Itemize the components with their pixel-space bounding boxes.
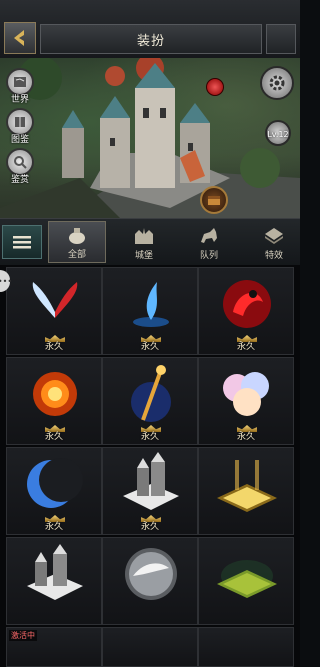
- tab-effects[interactable]: 特效: [245, 221, 303, 263]
- category-tab-bar: 全部 城堡 队列 特效: [0, 218, 300, 266]
- tab-label-all: 全部: [67, 250, 86, 260]
- top-bar: 装扮: [0, 0, 300, 59]
- item-duration: 永久: [44, 522, 63, 532]
- tab-castle[interactable]: 城堡: [115, 221, 173, 263]
- item-card[interactable]: 永久: [198, 267, 294, 355]
- item-card[interactable]: [102, 627, 198, 667]
- item-card[interactable]: 永久: [198, 357, 294, 445]
- item-duration: 永久: [44, 342, 63, 352]
- cavalry-icon: [201, 228, 217, 243]
- item-card[interactable]: 永久: [102, 447, 198, 535]
- back-arrow-icon: [14, 30, 24, 46]
- level-text: Lv.12: [267, 130, 289, 139]
- item-card[interactable]: [6, 537, 102, 625]
- item-card[interactable]: 激活中: [6, 627, 102, 667]
- golden-platform-icon: [217, 460, 277, 512]
- tab-label-queue: 队列: [199, 251, 218, 261]
- level-badge[interactable]: Lv.12: [262, 120, 294, 148]
- title-ornament: [266, 24, 296, 54]
- tab-all[interactable]: 全部: [48, 221, 106, 263]
- item-card[interactable]: [198, 537, 294, 625]
- effect-icon: [265, 228, 283, 244]
- chest-icon: [208, 196, 220, 205]
- item-duration: 永久: [236, 432, 255, 442]
- green-platform-icon: [217, 560, 277, 598]
- pastel-cloud-icon: [223, 372, 269, 416]
- item-duration: 永久: [140, 342, 159, 352]
- tab-label-effects: 特效: [264, 251, 283, 261]
- shop-button[interactable]: [200, 186, 228, 214]
- item-duration: 永久: [140, 522, 159, 532]
- blue-spirit-icon: [133, 282, 169, 327]
- side-label-appraise: 鉴赏: [10, 175, 29, 185]
- item-grid: 永久 永久 永久 永久 永久 永久 永久 永久 激活中: [0, 265, 300, 667]
- item-card[interactable]: [102, 537, 198, 625]
- item-card[interactable]: 永久: [6, 357, 102, 445]
- tab-queue[interactable]: 队列: [180, 221, 238, 263]
- item-card[interactable]: 永久: [6, 447, 102, 535]
- crescent-moon-icon: [27, 458, 83, 508]
- snow-castle-icon: [27, 544, 83, 600]
- gear-button[interactable]: [260, 66, 294, 100]
- item-card[interactable]: [198, 627, 294, 667]
- side-label-codex: 图鉴: [10, 135, 29, 145]
- side-button-world[interactable]: 世界: [4, 68, 36, 106]
- page-title-plate: 装扮: [40, 24, 262, 54]
- gear-icon: [269, 75, 285, 91]
- item-duration: 永久: [236, 342, 255, 352]
- castle-preview: 世界 图鉴 鉴赏 Lv.12: [0, 58, 300, 218]
- side-button-appraise[interactable]: 鉴赏: [4, 148, 36, 186]
- item-card[interactable]: [198, 447, 294, 535]
- tab-label-castle: 城堡: [134, 251, 153, 261]
- wing-emblem-icon: [125, 548, 177, 600]
- side-button-codex[interactable]: 图鉴: [4, 108, 36, 146]
- fire-explosion-icon: [33, 372, 77, 416]
- pouch-icon: [69, 228, 85, 244]
- active-badge: 激活中: [9, 630, 37, 641]
- menu-button[interactable]: [2, 225, 42, 259]
- item-duration: 永久: [140, 432, 159, 442]
- castle-scene-image: [0, 58, 300, 218]
- back-button[interactable]: [4, 22, 36, 54]
- demon-aura-icon: [223, 280, 271, 328]
- snow-castle-icon: [123, 452, 179, 510]
- item-duration: 永久: [44, 432, 63, 442]
- golden-staff-icon: [131, 365, 171, 422]
- page-title: 装扮: [136, 33, 165, 49]
- wings-icon: [32, 282, 78, 318]
- item-card[interactable]: 永久: [6, 267, 102, 355]
- item-card[interactable]: 永久: [102, 357, 198, 445]
- side-label-world: 世界: [10, 95, 29, 105]
- map-pin-icon[interactable]: [206, 78, 224, 96]
- castle-icon: [135, 228, 153, 244]
- hamburger-icon: [13, 236, 31, 249]
- item-card[interactable]: 永久: [102, 267, 198, 355]
